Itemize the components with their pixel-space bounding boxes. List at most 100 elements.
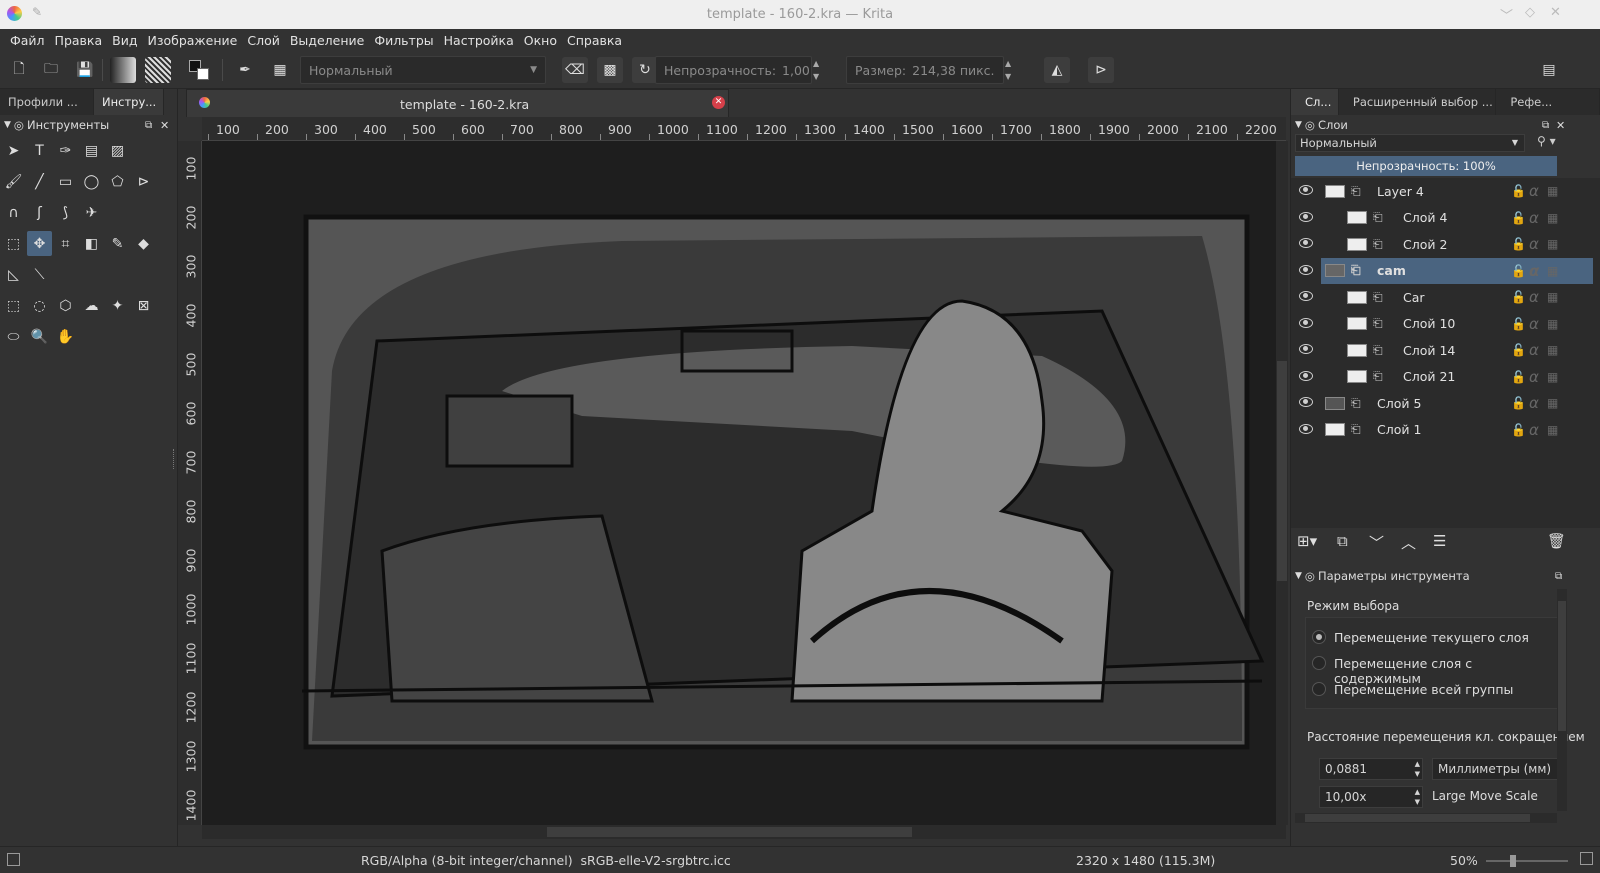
- inherit-alpha-icon[interactable]: ▦: [1547, 396, 1558, 410]
- crop-tool-icon[interactable]: ⌗: [53, 231, 78, 256]
- layer-name[interactable]: Слой 21: [1403, 369, 1455, 384]
- mode-move-current-label[interactable]: Перемещение текущего слоя: [1334, 630, 1529, 645]
- horizontal-scrollbar[interactable]: [202, 825, 1286, 839]
- inherit-alpha-icon[interactable]: ▦: [1547, 317, 1558, 331]
- similar-select-icon[interactable]: ⊠: [131, 293, 156, 318]
- layer-row[interactable]: ⎗ Слой 14 🔓 α ▦: [1299, 337, 1593, 363]
- move-tool-icon[interactable]: ✥: [27, 231, 52, 256]
- brush-tool-icon[interactable]: 🖌: [1, 169, 26, 194]
- freehand-path-icon[interactable]: ʃ: [27, 200, 52, 225]
- inherit-alpha-icon[interactable]: ▦: [1547, 290, 1558, 304]
- alpha-lock-icon[interactable]: α: [1529, 341, 1539, 359]
- rect-select-icon[interactable]: ⬚: [1, 293, 26, 318]
- duplicate-layer-icon[interactable]: ⧉: [1337, 532, 1348, 550]
- menu-layer[interactable]: Слой: [242, 33, 285, 48]
- inherit-alpha-icon[interactable]: ▦: [1547, 211, 1558, 225]
- gradient-tool-icon[interactable]: ◧: [79, 231, 104, 256]
- layer-name[interactable]: Слой 2: [1403, 237, 1447, 252]
- inherit-alpha-icon[interactable]: ▦: [1547, 423, 1558, 437]
- visibility-eye-icon[interactable]: [1299, 344, 1313, 354]
- delete-layer-icon[interactable]: 🗑: [1547, 532, 1566, 550]
- float-icon[interactable]: ⧉: [1555, 571, 1562, 582]
- color-swap-icon[interactable]: [187, 57, 213, 83]
- bezier-select-icon[interactable]: ⬭: [1, 324, 26, 349]
- open-document-icon[interactable]: 🗀: [38, 57, 64, 83]
- move-layer-up-icon[interactable]: ︿: [1401, 532, 1416, 553]
- alpha-lock-icon[interactable]: α: [1529, 235, 1539, 253]
- layer-row[interactable]: ⎗ Слой 1 🔓 α ▦: [1299, 417, 1593, 443]
- spin-icon[interactable]: ▲ ▼: [1415, 787, 1420, 807]
- layer-name[interactable]: Слой 10: [1403, 316, 1455, 331]
- menu-help[interactable]: Справка: [562, 33, 627, 48]
- layer-properties-icon[interactable]: ☰: [1433, 532, 1446, 550]
- unit-select[interactable]: Миллиметры (мм): [1432, 758, 1558, 780]
- zoom-tool-icon[interactable]: 🔍: [27, 324, 52, 349]
- alpha-lock-icon[interactable]: α: [1529, 368, 1539, 386]
- chevron-down-icon[interactable]: ▼: [1295, 120, 1302, 130]
- menu-select[interactable]: Выделение: [285, 33, 369, 48]
- assistant-tool-icon[interactable]: ◺: [1, 262, 26, 287]
- layer-row[interactable]: ⎗ Car 🔓 α ▦: [1299, 284, 1593, 310]
- alpha-lock-icon[interactable]: α: [1529, 394, 1539, 412]
- layer-name[interactable]: Слой 5: [1377, 396, 1421, 411]
- lock-icon[interactable]: 🔓: [1511, 184, 1526, 198]
- move-scale-input[interactable]: 10,00x ▲ ▼: [1319, 786, 1423, 808]
- layer-row[interactable]: ⎗ Слой 21 🔓 α ▦: [1299, 364, 1593, 390]
- visibility-eye-icon[interactable]: [1299, 291, 1313, 301]
- tab-brush-presets[interactable]: Профили ...: [0, 89, 94, 115]
- layer-row[interactable]: ⎗ Слой 10 🔓 α ▦: [1299, 311, 1593, 337]
- line-tool-icon[interactable]: ╱: [27, 169, 52, 194]
- fill-tool-icon[interactable]: ◆: [131, 231, 156, 256]
- visibility-eye-icon[interactable]: [1299, 238, 1313, 248]
- blend-mode-select[interactable]: Нормальный ▼: [300, 56, 546, 84]
- mode-move-current-radio[interactable]: [1312, 630, 1326, 644]
- mode-move-group-radio[interactable]: [1312, 682, 1326, 696]
- options-scrollbar[interactable]: [1557, 589, 1567, 811]
- options-hscrollbar[interactable]: [1295, 813, 1557, 823]
- rotate-canvas-icon[interactable]: [1580, 852, 1593, 865]
- multibrush-icon[interactable]: ✈: [79, 200, 104, 225]
- menu-view[interactable]: Вид: [107, 33, 142, 48]
- maximize-icon[interactable]: ◇: [1525, 5, 1535, 20]
- layer-row[interactable]: ⎗ Слой 2 🔓 α ▦: [1299, 231, 1593, 257]
- move-layer-down-icon[interactable]: ﹀: [1369, 532, 1384, 553]
- inherit-alpha-icon[interactable]: ▦: [1547, 184, 1558, 198]
- lock-icon[interactable]: 🔓: [1511, 423, 1526, 437]
- chevron-down-icon[interactable]: ▼: [1295, 571, 1302, 581]
- spin-icon[interactable]: ▲ ▼: [1415, 759, 1420, 779]
- visibility-eye-icon[interactable]: [1299, 397, 1313, 407]
- pattern-preset-icon[interactable]: [145, 57, 171, 83]
- document-tab[interactable]: template - 160-2.kra ✕: [186, 89, 729, 117]
- inherit-alpha-icon[interactable]: ▦: [1547, 264, 1558, 278]
- menu-settings[interactable]: Настройка: [439, 33, 519, 48]
- vertical-scrollbar[interactable]: [1276, 141, 1288, 825]
- lock-icon[interactable]: 🔓: [1511, 290, 1526, 304]
- pattern-icon[interactable]: ▨: [105, 138, 130, 163]
- transform-tool-icon[interactable]: ⬚: [1, 231, 26, 256]
- alpha-lock-icon[interactable]: α: [1529, 182, 1539, 200]
- mode-move-with-content-radio[interactable]: [1312, 656, 1326, 670]
- inherit-alpha-icon[interactable]: ▦: [1547, 370, 1558, 384]
- minimize-icon[interactable]: ﹀: [1500, 5, 1513, 24]
- zoom-slider[interactable]: [1486, 855, 1568, 867]
- tab-advanced-color[interactable]: Расширенный выбор ...: [1338, 89, 1497, 115]
- chevron-down-icon[interactable]: ▼: [4, 120, 11, 130]
- layer-name[interactable]: Слой 14: [1403, 343, 1455, 358]
- layer-name[interactable]: Car: [1403, 290, 1425, 305]
- alpha-lock-icon[interactable]: α: [1529, 315, 1539, 333]
- text-tool-icon[interactable]: T: [27, 138, 52, 163]
- menu-image[interactable]: Изображение: [142, 33, 242, 48]
- layer-name[interactable]: Слой 4: [1403, 210, 1447, 225]
- close-icon[interactable]: ✕: [1556, 119, 1565, 132]
- opacity-spin-icon[interactable]: ▲ ▼: [813, 57, 825, 83]
- dock-splitter[interactable]: [173, 449, 176, 469]
- rectangle-tool-icon[interactable]: ▭: [53, 169, 78, 194]
- workspace-icon[interactable]: ▤: [1536, 57, 1562, 83]
- menu-file[interactable]: Файл: [5, 33, 50, 48]
- dynamic-brush-icon[interactable]: ⟆: [53, 200, 78, 225]
- preserve-alpha-icon[interactable]: ▩: [597, 57, 623, 83]
- lock-icon[interactable]: 🔓: [1511, 264, 1526, 278]
- menu-filters[interactable]: Фильтры: [369, 33, 438, 48]
- move-distance-input[interactable]: 0,0881 ▲ ▼: [1319, 758, 1423, 780]
- alpha-lock-icon[interactable]: α: [1529, 209, 1539, 227]
